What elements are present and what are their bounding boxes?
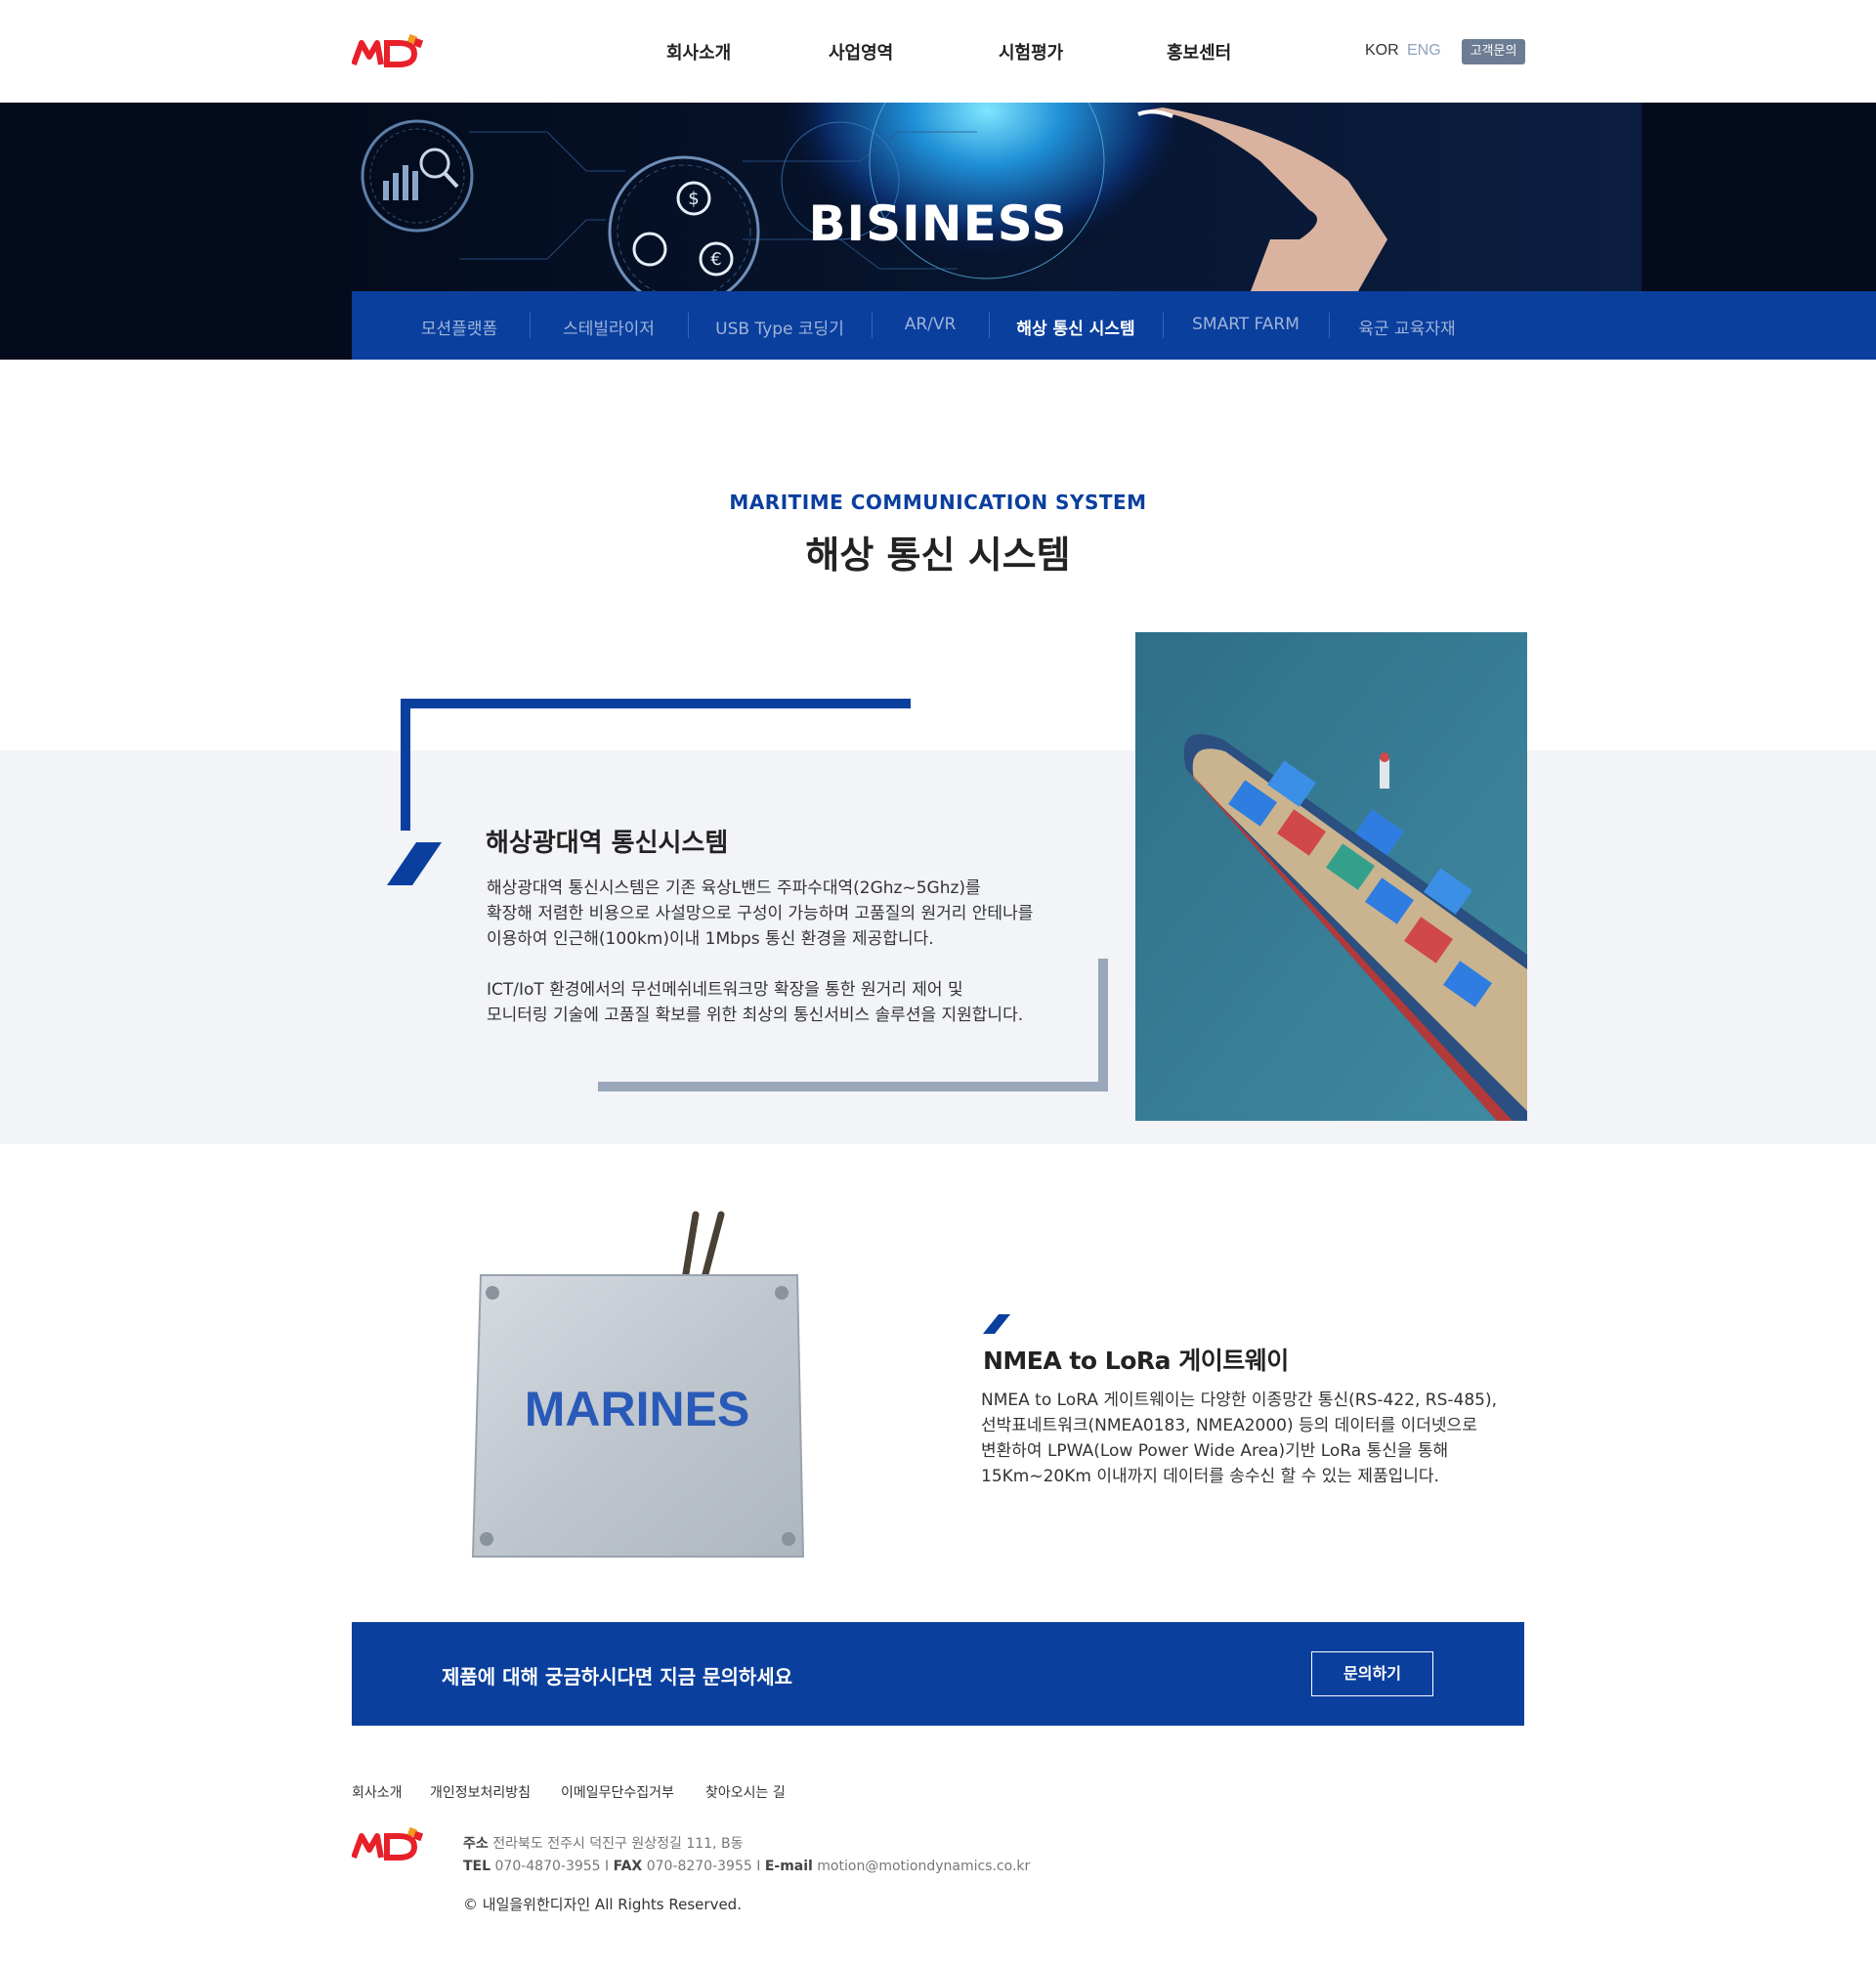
slash-accent bbox=[983, 1314, 1010, 1334]
site-header: 회사소개 사업영역 시험평가 홍보센터 KOR ENG 고객문의 bbox=[0, 0, 1876, 103]
nav-testing[interactable]: 시험평가 bbox=[999, 39, 1063, 64]
inquiry-banner: 제품에 대해 궁금하시다면 지금 문의하세요 문의하기 bbox=[352, 1622, 1524, 1726]
subnav-army-education[interactable]: 육군 교육자재 bbox=[1358, 315, 1455, 339]
slash-accent bbox=[387, 842, 442, 885]
feature1-line: 해상광대역 통신시스템은 기존 육상L밴드 주파수대역(2Ghz~5Ghz)를 bbox=[487, 878, 981, 898]
marines-gateway-device-image: MARINES bbox=[471, 1211, 805, 1558]
subnav-divider bbox=[688, 313, 689, 338]
frame-right-bar bbox=[1098, 959, 1108, 1091]
feature2-line: 선박표네트워크(NMEA0183, NMEA2000) 등의 데이터를 이더넷으… bbox=[981, 1416, 1477, 1435]
tel-value: 070-4870-3955 bbox=[494, 1859, 601, 1874]
nav-about[interactable]: 회사소개 bbox=[666, 39, 731, 64]
banner-title: BISINESS bbox=[808, 195, 1068, 252]
footer-address: 주소 전라북도 전주시 덕진구 원상정길 111, B동 bbox=[463, 1833, 743, 1853]
feature1-line: 이용하여 인근해(100km)이내 1Mbps 통신 환경을 제공합니다. bbox=[487, 929, 934, 949]
svg-text:€: € bbox=[710, 249, 721, 270]
subnav-divider bbox=[872, 313, 873, 338]
subnav-motion-platform[interactable]: 모션플랫폼 bbox=[421, 315, 497, 339]
footer-link-privacy[interactable]: 개인정보처리방침 bbox=[430, 1782, 531, 1802]
feature2-title: NMEA to LoRa 게이트웨이 bbox=[983, 1347, 1289, 1375]
footer-link-about[interactable]: 회사소개 bbox=[352, 1782, 403, 1802]
separator: I bbox=[605, 1859, 614, 1874]
subnav-left-fill bbox=[0, 291, 352, 360]
fax-value: 070-8270-3955 bbox=[646, 1859, 752, 1874]
feature1-line: 확장해 저렴한 비용으로 사설망으로 구성이 가능하며 고품질의 원거리 안테나… bbox=[487, 904, 1034, 923]
feature2-line: 15Km~20Km 이내까지 데이터를 송수신 할 수 있는 제품입니다. bbox=[981, 1467, 1439, 1486]
tel-label: TEL bbox=[463, 1859, 491, 1874]
feature1-line: 모니터링 기술에 고품질 확보를 위한 최상의 통신서비스 솔루션을 지원합니다… bbox=[487, 1005, 1024, 1025]
subnav-usb-coder[interactable]: USB Type 코딩기 bbox=[715, 315, 844, 339]
frame-bottom-bar bbox=[598, 1082, 1108, 1091]
feature1-title: 해상광대역 통신시스템 bbox=[486, 829, 729, 858]
email-value: motion@motiondynamics.co.kr bbox=[817, 1859, 1031, 1874]
address-label: 주소 bbox=[463, 1836, 489, 1852]
feature2-line: 변환하여 LPWA(Low Power Wide Area)기반 LoRa 통신… bbox=[981, 1441, 1449, 1461]
business-subnav: 모션플랫폼 스테빌라이저 USB Type 코딩기 AR/VR 해상 통신 시스… bbox=[352, 291, 1876, 360]
hero-banner: $ € BISINESS bbox=[0, 103, 1876, 291]
footer-copyright: © 내일을위한디자인 All Rights Reserved. bbox=[463, 1896, 742, 1913]
footer-contact: TEL 070-4870-3955 I FAX 070-8270-3955 I … bbox=[463, 1859, 1030, 1874]
subnav-stabilizer[interactable]: 스테빌라이저 bbox=[563, 315, 655, 339]
subnav-divider bbox=[1163, 313, 1164, 338]
inquiry-button[interactable]: 문의하기 bbox=[1311, 1651, 1433, 1696]
nav-pr-center[interactable]: 홍보센터 bbox=[1167, 39, 1231, 64]
lang-kor[interactable]: KOR bbox=[1365, 42, 1399, 60]
footer-link-email-policy[interactable]: 이메일무단수집거부 bbox=[561, 1782, 674, 1802]
lang-eng[interactable]: ENG bbox=[1407, 42, 1441, 60]
subnav-divider bbox=[1329, 313, 1330, 338]
subnav-ar-vr[interactable]: AR/VR bbox=[905, 315, 957, 334]
inquiry-text: 제품에 대해 궁금하시다면 지금 문의하세요 bbox=[442, 1665, 793, 1689]
address-value: 전라북도 전주시 덕진구 원상정길 111, B동 bbox=[492, 1836, 744, 1852]
md-logo bbox=[352, 1826, 424, 1861]
feature1-line: ICT/IoT 환경에서의 무선메쉬네트워크망 확장을 통한 원거리 제어 및 bbox=[487, 980, 963, 1000]
subnav-divider bbox=[530, 313, 531, 338]
md-logo[interactable] bbox=[352, 31, 430, 72]
feature2-line: NMEA to LoRA 게이트웨이는 다양한 이종망간 통신(RS-422, … bbox=[981, 1390, 1498, 1410]
frame-left-bar bbox=[401, 699, 410, 831]
section-title-ko: 해상 통신 시스템 bbox=[805, 534, 1071, 577]
device-label: MARINES bbox=[525, 1382, 750, 1436]
nav-business[interactable]: 사업영역 bbox=[829, 39, 893, 64]
separator: I bbox=[756, 1859, 765, 1874]
container-ship-image bbox=[1135, 632, 1527, 1121]
contact-button[interactable]: 고객문의 bbox=[1462, 39, 1525, 64]
frame-top-bar bbox=[401, 699, 911, 708]
subnav-maritime-comm[interactable]: 해상 통신 시스템 bbox=[1016, 315, 1134, 339]
section-title-en: MARITIME COMMUNICATION SYSTEM bbox=[729, 491, 1147, 514]
fax-label: FAX bbox=[613, 1859, 643, 1874]
email-label: E-mail bbox=[764, 1859, 813, 1874]
subnav-smart-farm[interactable]: SMART FARM bbox=[1192, 315, 1300, 334]
subnav-divider bbox=[989, 313, 990, 338]
footer-link-directions[interactable]: 찾아오시는 길 bbox=[705, 1782, 786, 1802]
